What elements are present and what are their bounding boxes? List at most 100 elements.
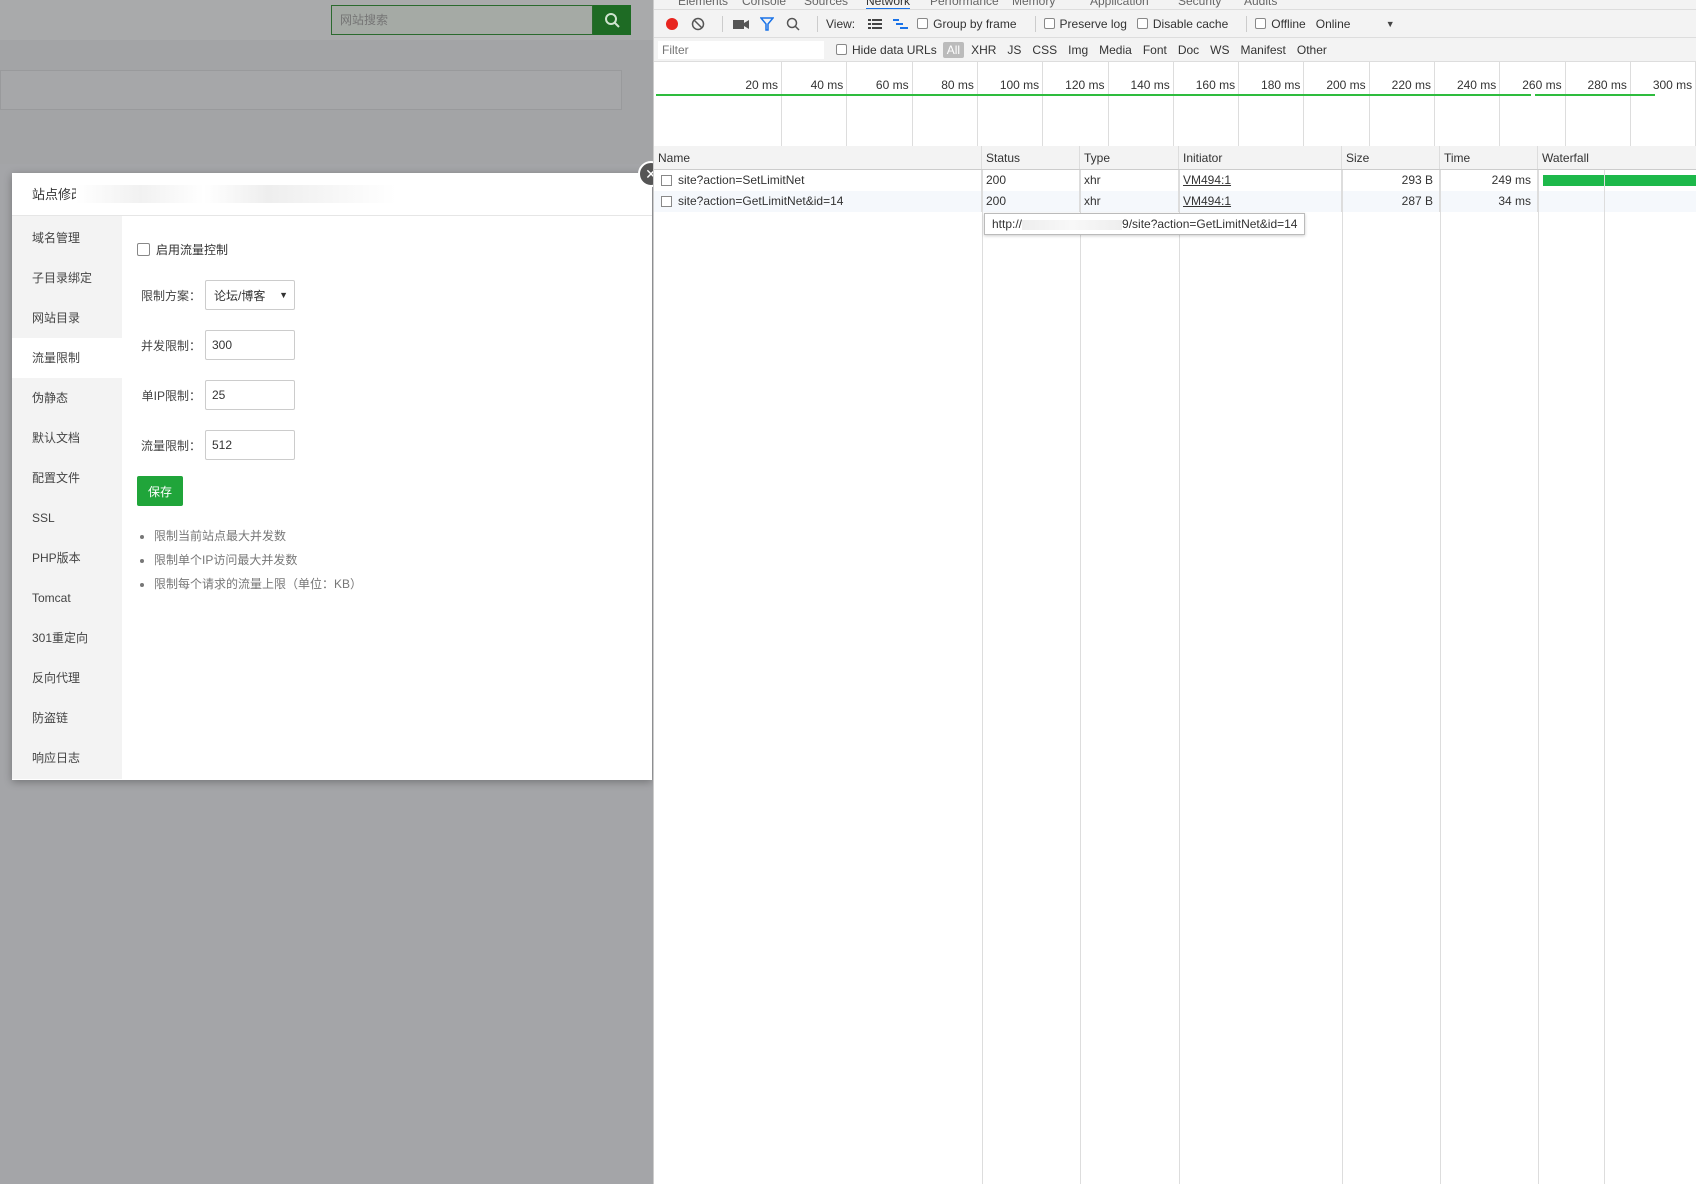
site-search-input[interactable]	[331, 5, 593, 35]
sidebar-item[interactable]: 301重定向	[12, 618, 122, 658]
sidebar-item[interactable]: 配置文件	[12, 458, 122, 498]
url-tooltip: http:// 9/site?action=GetLimitNet&id=14	[984, 213, 1306, 235]
time-cell: 249 ms	[1440, 170, 1538, 191]
column-header[interactable]: Status	[982, 146, 1080, 169]
throttle-select[interactable]: Online	[1316, 17, 1376, 31]
sidebar-item[interactable]: Tomcat	[12, 578, 122, 618]
sidebar-item[interactable]: 防盗链	[12, 698, 122, 738]
type-filter-button[interactable]: Doc	[1174, 42, 1203, 58]
disable-cache-checkbox[interactable]	[1136, 18, 1148, 29]
table-row[interactable]: site?action=SetLimitNet 200 xhr VM494:1 293 …	[654, 170, 1696, 191]
search-icon	[786, 17, 800, 31]
timeline-gridline	[1499, 62, 1501, 153]
type-filter-group: All XHR JS CSS Img Media Font Doc WS Manifest Othe…	[942, 41, 1334, 58]
sidebar-item[interactable]: 伪静态	[12, 378, 122, 418]
sidebar-item[interactable]: 网站目录	[12, 298, 122, 338]
table-header: Name Status Type Initiator Size Time Waterfall	[654, 146, 1696, 170]
timeline-gridline	[781, 62, 782, 153]
initiator-link[interactable]: VM494:1	[1183, 173, 1231, 187]
record-button[interactable]	[662, 14, 682, 34]
tooltip-url-prefix: http://	[992, 217, 1023, 231]
devtools-tab[interactable]: Elements	[678, 0, 728, 8]
tip-item: 限制每个请求的流量上限（单位：KB）	[154, 572, 652, 596]
column-header[interactable]: Initiator	[1179, 146, 1342, 169]
timeline-tick-label: 60 ms	[875, 78, 909, 92]
column-header[interactable]: Time	[1440, 146, 1538, 169]
devtools-tab[interactable]: Application	[1090, 0, 1149, 8]
filter-input[interactable]	[658, 40, 824, 59]
offline-checkbox[interactable]	[1255, 18, 1267, 29]
search-icon	[605, 13, 620, 28]
column-header[interactable]: Type	[1080, 146, 1179, 169]
preserve-log-checkbox[interactable]	[1043, 18, 1055, 29]
per-ip-input[interactable]	[205, 380, 295, 410]
dropdown-arrow-icon: ▼	[279, 290, 288, 300]
type-filter-button[interactable]: WS	[1206, 42, 1233, 58]
type-filter-button[interactable]: Media	[1095, 42, 1136, 58]
devtools-tab[interactable]: Audits	[1244, 0, 1277, 8]
devtools-tab[interactable]: Network	[866, 0, 911, 9]
type-filter-button[interactable]: Other	[1293, 42, 1331, 58]
type-filter-button[interactable]: Font	[1139, 42, 1171, 58]
chevron-down-icon[interactable]: ▼	[1386, 19, 1395, 29]
search-button[interactable]	[783, 14, 803, 34]
devtools-tab[interactable]: Security	[1178, 0, 1221, 8]
record-icon	[666, 17, 678, 30]
overview-button[interactable]	[891, 14, 911, 34]
column-header[interactable]: Name	[654, 146, 982, 169]
request-name-cell[interactable]: site?action=SetLimitNet	[654, 170, 982, 191]
column-header[interactable]: Waterfall	[1538, 146, 1696, 169]
hide-data-urls-label: Hide data URLs	[852, 42, 937, 57]
type-filter-button[interactable]: Manifest	[1237, 42, 1290, 58]
group-by-frame-label: Group by frame	[933, 16, 1017, 31]
large-rows-button[interactable]	[865, 14, 885, 34]
initiator-link[interactable]: VM494:1	[1183, 194, 1231, 208]
clear-button[interactable]	[688, 14, 708, 34]
devtools-tab[interactable]: Console	[742, 0, 786, 8]
sidebar-item[interactable]: 反向代理	[12, 658, 122, 698]
timeline-tick-label: 160 ms	[1195, 78, 1236, 92]
traffic-input[interactable]	[205, 430, 295, 460]
sidebar-item[interactable]: 子目录绑定	[12, 258, 122, 298]
sidebar-item[interactable]: PHP版本	[12, 538, 122, 578]
type-filter-button[interactable]: All	[942, 41, 965, 58]
enable-traffic-checkbox[interactable]	[137, 242, 150, 256]
sidebar-item[interactable]: SSL	[12, 498, 122, 538]
type-filter-button[interactable]: XHR	[967, 42, 1000, 58]
capture-screenshots-button[interactable]	[731, 14, 751, 34]
sidebar-item[interactable]: 流量限制	[12, 338, 122, 378]
sidebar-item[interactable]: 默认文档	[12, 418, 122, 458]
type-filter-button[interactable]: Img	[1064, 42, 1092, 58]
type-filter-button[interactable]: JS	[1003, 42, 1025, 58]
timeline-gridline	[976, 62, 978, 153]
network-filter-bar: Hide data URLs AllXHRJSCSSImgMediaFontDo…	[654, 38, 1696, 62]
timeline-tick-label: 240 ms	[1456, 78, 1497, 92]
hide-data-urls-checkbox[interactable]	[836, 44, 847, 55]
filter-toggle-button[interactable]	[757, 14, 777, 34]
disable-cache-label: Disable cache	[1152, 16, 1229, 31]
group-by-frame-checkbox[interactable]	[917, 18, 929, 29]
timeline-tick-label: 220 ms	[1391, 78, 1431, 92]
scheme-select[interactable]: 论坛/博客 ▼	[205, 280, 295, 310]
table-row[interactable]: site?action=GetLimitNet&id=14 200 xhr VM494…	[654, 191, 1696, 212]
column-header[interactable]: Size	[1342, 146, 1440, 169]
initiator-cell: VM494:1	[1179, 170, 1342, 191]
type-cell: xhr	[1080, 191, 1179, 212]
timeline-gridline	[846, 62, 848, 153]
concurrency-input[interactable]	[205, 330, 295, 360]
request-name-cell[interactable]: site?action=GetLimitNet&id=14	[654, 191, 982, 212]
site-search-button[interactable]	[593, 5, 631, 35]
throttle-value: Online	[1315, 16, 1351, 31]
timeline-tick-label: 40 ms	[810, 78, 844, 92]
devtools-tab[interactable]: Memory	[1012, 0, 1055, 8]
type-filter-button[interactable]: CSS	[1028, 42, 1061, 58]
devtools-tab[interactable]: Performance	[930, 0, 999, 8]
sidebar-item[interactable]: 响应日志	[12, 738, 122, 778]
devtools-tab[interactable]: Sources	[804, 0, 848, 8]
request-type-icon	[661, 196, 672, 208]
save-button[interactable]: 保存	[137, 476, 183, 506]
timeline-gridline	[911, 62, 913, 153]
tip-item: 限制当前站点最大并发数	[154, 524, 652, 548]
sidebar-item[interactable]: 域名管理	[12, 218, 122, 258]
timeline-gridline	[1629, 62, 1631, 153]
